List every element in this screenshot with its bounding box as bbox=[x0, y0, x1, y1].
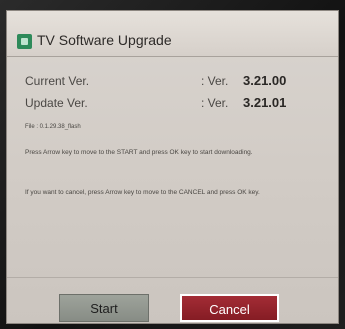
start-button[interactable]: Start bbox=[59, 294, 149, 322]
dialog-titlebar: TV Software Upgrade bbox=[7, 11, 338, 57]
file-info: File : 0.1.29.38_flash bbox=[25, 124, 81, 130]
current-version-label: Current Ver. bbox=[25, 74, 90, 88]
dialog-footer: Start Cancel bbox=[7, 277, 338, 323]
update-version-label: Update Ver. bbox=[25, 96, 88, 110]
tv-screen: TV Software Upgrade Current Ver. : Ver. … bbox=[0, 0, 345, 329]
upgrade-app-icon bbox=[17, 34, 32, 49]
cancel-button[interactable]: Cancel bbox=[180, 294, 279, 322]
dialog-title: TV Software Upgrade bbox=[37, 32, 172, 48]
current-version-prefix: : Ver. bbox=[201, 74, 229, 88]
start-instruction: Press Arrow key to move to the START and… bbox=[25, 149, 253, 156]
software-upgrade-dialog: TV Software Upgrade Current Ver. : Ver. … bbox=[6, 10, 339, 324]
current-version-value: 3.21.00 bbox=[243, 73, 287, 88]
update-version-prefix: : Ver. bbox=[201, 96, 229, 110]
update-version-value: 3.21.01 bbox=[243, 95, 287, 110]
cancel-instruction: If you want to cancel, press Arrow key t… bbox=[25, 189, 260, 196]
